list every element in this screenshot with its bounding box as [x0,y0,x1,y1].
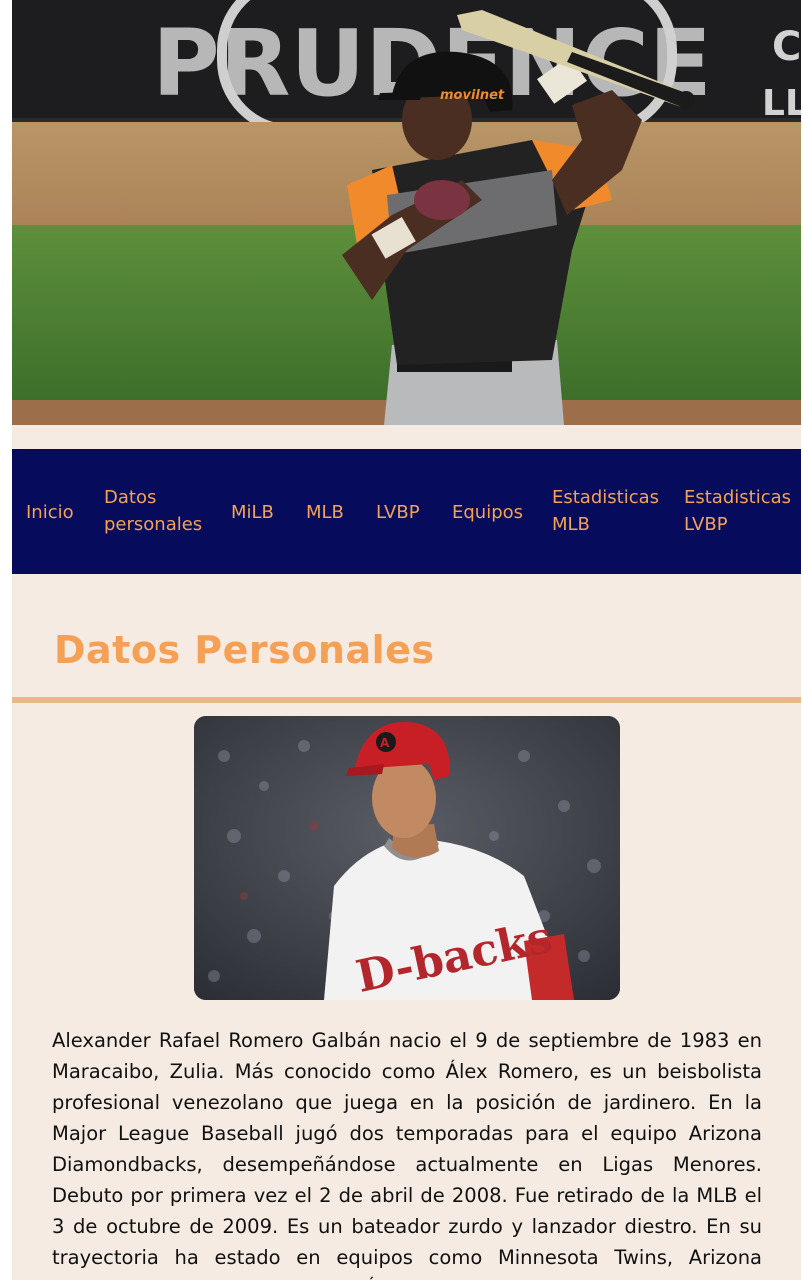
hero-image: PRUDENCE C LL [12,0,801,425]
nav-item-estadisticas-lvbp[interactable]: Estadisticas LVBP [684,484,794,538]
helmet-logo-text: movilnet [440,88,505,103]
svg-text:A: A [380,736,390,750]
svg-text:LL: LL [762,83,801,124]
page: PRUDENCE C LL [12,0,801,1280]
page-title: Datos Personales [54,628,435,672]
main-nav: Inicio Datos personales MiLB MLB LVBP Eq… [12,449,801,574]
nav-item-inicio[interactable]: Inicio [26,499,74,526]
svg-text:C: C [772,24,801,70]
biography-text: Alexander Rafael Romero Galbán nacio el … [52,1029,762,1280]
nav-item-milb[interactable]: MiLB [231,499,274,526]
nav-item-estadisticas-mlb[interactable]: Estadisticas MLB [552,484,662,538]
nav-item-equipos[interactable]: Equipos [452,499,523,526]
nav-item-lvbp[interactable]: LVBP [376,499,420,526]
nav-item-mlb[interactable]: MLB [306,499,344,526]
title-divider [12,697,801,703]
profile-photo: D-backs A [194,716,620,1000]
nav-item-datos-personales[interactable]: Datos personales [104,484,214,538]
